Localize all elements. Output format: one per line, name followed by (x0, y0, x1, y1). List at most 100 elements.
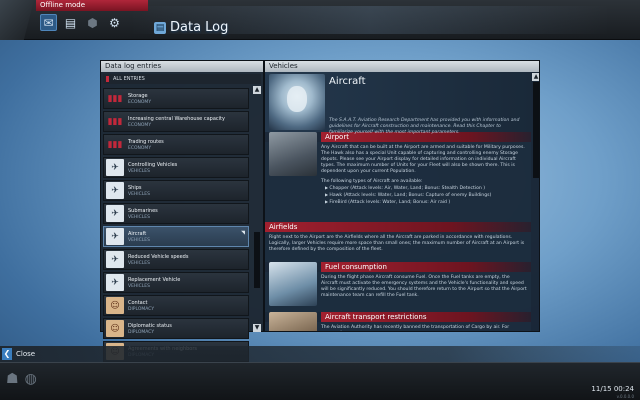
list-item[interactable]: ✈ Replacement Vehicle VEHICLES (103, 272, 249, 293)
top-icon-group: ✉ ▤ ⬢ ⚙ (40, 14, 123, 31)
entries-panel: Data log entries ALL ENTRIES ▮▮▮ Storage E… (100, 60, 264, 362)
section-text: The Aviation Authority has recently bann… (321, 325, 510, 330)
list-item[interactable]: ✈ Submarines VEHICLES (103, 203, 249, 224)
vehicle-icon: ✈ (106, 251, 124, 268)
version-label: v.0.0.0.0 (616, 394, 634, 399)
bottom-bar: ❮ Close (0, 346, 640, 362)
airport-image (269, 132, 317, 176)
footer-bar: ☗ ◍ 11/15 00:24 v.0.0.0.0 (0, 362, 640, 400)
list-item[interactable]: ☺ Contact DIPLOMACY (103, 295, 249, 316)
section-title: Airfields (265, 222, 531, 232)
entry-category: ECONOMY (128, 122, 152, 128)
list-item[interactable]: ▮▮▮ Increasing central Warehouse capacity… (103, 111, 249, 132)
entry-category: ECONOMY (128, 99, 152, 105)
entry-title: Contact (128, 299, 148, 306)
entry-category: DIPLOMACY (128, 306, 155, 312)
detail-content: Aircraft The S.A.A.T. Aviation Research … (265, 72, 531, 331)
section-text: Right next to the Airport are the Airfie… (269, 235, 525, 252)
scroll-up-button[interactable]: ▲ (253, 86, 261, 94)
entry-category: VEHICLES (128, 191, 150, 197)
list-item[interactable]: ☺ Diplomatic status DIPLOMACY (103, 318, 249, 339)
transport-image (269, 312, 317, 331)
entry-title: Diplomatic status (128, 322, 172, 329)
entry-title: Submarines (128, 207, 158, 214)
list-item[interactable]: ✈ Controlling Vehicles VEHICLES (103, 157, 249, 178)
list-item[interactable]: ✈ Reduced Vehicle speeds VEHICLES (103, 249, 249, 270)
scroll-thumb[interactable] (254, 232, 260, 288)
bullet-item: Chopper (Attack levels: Air, Water, Land… (321, 185, 527, 192)
hero-section: Aircraft The S.A.A.T. Aviation Research … (265, 72, 531, 135)
entry-title: Ships (128, 184, 142, 191)
section-text: Any Aircraft that can be built at the Ai… (321, 142, 531, 209)
hero-description: The S.A.A.T. Aviation Research Departmen… (329, 118, 520, 135)
list-item[interactable]: ▮▮▮ Storage ECONOMY (103, 88, 249, 109)
economy-icon: ▮▮▮ (107, 116, 123, 127)
data-log-icon[interactable]: ▤ (62, 14, 79, 31)
entry-category: VEHICLES (128, 168, 150, 174)
detail-panel-header: Vehicles (265, 61, 539, 72)
close-label: Close (16, 350, 36, 358)
entry-title: Reduced Vehicle speeds (128, 253, 189, 260)
entry-title: Storage (128, 92, 148, 99)
entry-category: VEHICLES (128, 260, 150, 266)
bullet-item: Hawk (Attack levels: Water, Land; Bonus:… (321, 192, 527, 199)
list-item[interactable]: ▮▮▮ Trading routes ECONOMY (103, 134, 249, 155)
section-title: Aircraft transport restrictions (321, 312, 531, 322)
players-icon[interactable]: ☗ (6, 371, 19, 387)
detail-scroll-up-button[interactable]: ▲ (532, 73, 539, 81)
entry-category: ECONOMY (128, 145, 152, 151)
top-bar: Offline mode ✉ ▤ ⬢ ⚙ (0, 0, 640, 40)
entries-panel-header: Data log entries (101, 61, 263, 72)
offline-mode-badge: Offline mode (36, 0, 148, 11)
vehicle-icon: ✈ (106, 228, 124, 245)
page-title-text: Data Log (170, 20, 229, 35)
entry-list: ▮▮▮ Storage ECONOMY ▮▮▮ Increasing central W… (103, 88, 249, 364)
detail-scrollbar[interactable]: ▲ (532, 73, 539, 331)
entry-title: Trading routes (128, 138, 164, 145)
back-arrow-icon: ❮ (2, 348, 12, 360)
section-fuel: Fuel consumption During the flight phase… (265, 262, 531, 312)
entry-category: DIPLOMACY (128, 329, 155, 335)
all-entries-filter[interactable]: ALL ENTRIES (103, 74, 261, 84)
list-item[interactable]: ✈ Aircraft VEHICLES ◥ (103, 226, 249, 247)
diplomacy-icon: ☺ (106, 320, 124, 337)
vehicles-icon[interactable]: ⬢ (84, 14, 101, 31)
close-button[interactable]: ❮ Close (2, 348, 35, 360)
hero-title: Aircraft (329, 76, 366, 87)
footer-icons: ☗ ◍ (6, 371, 37, 387)
game-logo (0, 0, 34, 40)
list-item[interactable]: ✈ Ships VEHICLES (103, 180, 249, 201)
section-airport: Airport Any Aircraft that can be built a… (265, 132, 531, 222)
section-text: During the flight phase Aircraft consume… (321, 275, 527, 298)
economy-icon: ▮▮▮ (107, 93, 123, 104)
vehicle-icon: ✈ (106, 159, 124, 176)
entries-scrollbar[interactable]: ▲ ▼ (253, 86, 261, 332)
entry-title: Aircraft (128, 230, 147, 237)
entry-category: VEHICLES (128, 237, 150, 243)
selected-corner-icon: ◥ (241, 230, 245, 236)
page-title: ▤ Data Log (154, 20, 228, 35)
entry-category: VEHICLES (128, 283, 150, 289)
entry-title: Increasing central Warehouse capacity (128, 115, 225, 122)
section-title: Fuel consumption (321, 262, 531, 272)
entry-category: VEHICLES (128, 214, 150, 220)
bullet-item: FireBird (Attack levels: Water, Land; Bo… (321, 199, 527, 206)
vehicle-icon: ✈ (106, 182, 124, 199)
mail-icon[interactable]: ✉ (40, 14, 57, 31)
data-log-title-icon: ▤ (154, 21, 166, 34)
clock: 11/15 00:24 (591, 385, 634, 393)
advisor-portrait (269, 74, 325, 130)
vehicle-icon: ✈ (106, 274, 124, 291)
globe-icon[interactable]: ◍ (25, 371, 37, 387)
all-entries-label: ALL ENTRIES (113, 76, 145, 82)
detail-scroll-thumb[interactable] (533, 82, 539, 178)
filter-marker-icon (106, 76, 109, 82)
entry-title: Replacement Vehicle (128, 276, 181, 283)
entry-title: Controlling Vehicles (128, 161, 178, 168)
section-airfields: Airfields Right next to the Airport are … (265, 222, 531, 262)
scroll-down-button[interactable]: ▼ (253, 324, 261, 332)
economy-icon: ▮▮▮ (107, 139, 123, 150)
paragraph: Any Aircraft that can be built at the Ai… (321, 145, 525, 174)
vehicle-icon: ✈ (106, 205, 124, 222)
settings-icon[interactable]: ⚙ (106, 14, 123, 31)
